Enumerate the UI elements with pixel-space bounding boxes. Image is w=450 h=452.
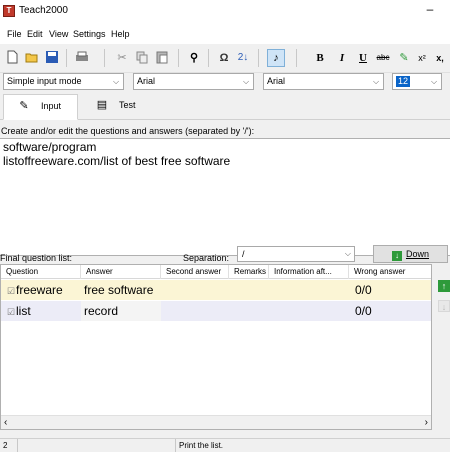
chevron-down-icon: ⌵ — [242, 77, 250, 86]
menu-help[interactable]: Help — [111, 29, 130, 39]
column-header-second-answer[interactable]: Second answer — [161, 265, 229, 279]
scroll-left-icon[interactable]: ‹ — [4, 416, 7, 429]
find-icon[interactable]: ⚲ — [186, 50, 202, 66]
subscript-button[interactable]: x, — [432, 50, 448, 66]
column-header-wrong-answer[interactable]: Wrong answer — [349, 265, 431, 279]
editor-line: listoffreeware.com/list of best free sof… — [3, 154, 231, 168]
tab-test-label: Test — [119, 100, 136, 110]
menu-file[interactable]: File — [7, 29, 22, 39]
status-count: 2 — [0, 439, 18, 452]
music-note-icon[interactable]: ♪ — [267, 49, 285, 67]
chevron-down-icon: ⌵ — [372, 77, 380, 86]
editor-label: Create and/or edit the questions and ans… — [1, 126, 255, 136]
wrong-answer-cell: 0/0 — [355, 283, 372, 297]
chevron-down-icon: ⌵ — [112, 77, 120, 86]
checkbox-icon[interactable]: ☑ — [4, 281, 16, 300]
question-editor[interactable]: software/program listoffreeware.com/list… — [0, 138, 450, 256]
chevron-down-icon: ⌵ — [430, 77, 438, 86]
separation-label: Separation: — [183, 253, 230, 263]
bold-button[interactable]: B — [312, 50, 328, 66]
tab-input[interactable]: ✎ Input — [3, 94, 78, 120]
window-title: Teach2000 — [19, 5, 68, 16]
tab-input-label: Input — [41, 101, 62, 111]
status-bar: 2 Print the list. — [0, 438, 450, 452]
editor-line: software/program — [3, 140, 97, 154]
cut-icon[interactable]: ✂ — [114, 50, 130, 66]
title-bar: T Teach2000 – — [0, 0, 450, 24]
new-file-icon[interactable] — [4, 50, 20, 66]
column-header-question[interactable]: Question — [1, 265, 81, 279]
underline-button[interactable]: U — [355, 50, 371, 66]
answer-cell[interactable]: record — [81, 301, 161, 321]
question-font-value: Arial — [137, 76, 156, 86]
separation-select[interactable]: / ⌵ — [237, 246, 355, 262]
special-char-icon[interactable]: Ω — [216, 50, 232, 66]
move-up-icon[interactable]: ↑ — [438, 280, 450, 292]
answer-cell[interactable]: free software — [81, 280, 161, 300]
down-button-label: Down — [405, 249, 429, 259]
final-list-label: Final question list: — [0, 253, 73, 263]
format-combos: Simple input mode ⌵ Arial ⌵ Arial ⌵ 12 ⌵ — [0, 72, 450, 92]
open-folder-icon[interactable] — [24, 50, 40, 66]
column-header-information[interactable]: Information aft... — [269, 265, 349, 279]
copy-icon[interactable] — [134, 50, 150, 66]
answer-font-value: Arial — [267, 76, 286, 86]
toolbar: ✂ ⚲ Ω 2↓ ♪ B I U abc ✎ x² x, — [0, 45, 450, 73]
wrong-answer-cell: 0/0 — [355, 304, 372, 318]
strikethrough-button[interactable]: abc — [375, 50, 391, 66]
input-mode-value: Simple input mode — [7, 76, 82, 86]
print-icon[interactable] — [74, 50, 90, 66]
answer-font-select[interactable]: Arial ⌵ — [263, 73, 384, 90]
separation-value: / — [242, 249, 245, 259]
move-down-icon[interactable]: ↓ — [438, 300, 450, 312]
down-button[interactable]: ↓ Down — [373, 245, 448, 263]
question-font-select[interactable]: Arial ⌵ — [133, 73, 254, 90]
horizontal-scrollbar[interactable]: ‹ › — [1, 415, 431, 429]
question-grid[interactable]: Question Answer Second answer Remarks In… — [0, 264, 432, 430]
save-icon[interactable] — [44, 50, 60, 66]
app-icon: T — [3, 5, 15, 17]
tab-test[interactable]: ▤ Test — [95, 94, 165, 120]
checkbox-icon[interactable]: ☑ — [4, 302, 16, 321]
test-icon: ▤ — [96, 99, 108, 111]
input-mode-select[interactable]: Simple input mode ⌵ — [3, 73, 124, 90]
menu-view[interactable]: View — [49, 29, 68, 39]
edit-pencil-icon: ✎ — [19, 100, 29, 112]
italic-button[interactable]: I — [334, 50, 350, 66]
menu-settings[interactable]: Settings — [73, 29, 106, 39]
input-panel: Create and/or edit the questions and ans… — [0, 120, 450, 438]
font-size-value: 12 — [396, 76, 411, 87]
column-header-remarks[interactable]: Remarks — [229, 265, 269, 279]
question-text: freeware — [16, 283, 63, 297]
minimize-button[interactable]: – — [420, 2, 440, 16]
question-cell[interactable]: ☑freeware — [1, 280, 79, 300]
question-cell[interactable]: ☑list — [1, 301, 79, 321]
status-empty — [18, 439, 176, 452]
superscript-button[interactable]: x² — [414, 50, 430, 66]
highlight-pen-icon[interactable]: ✎ — [396, 50, 412, 66]
menu-bar: File Edit View Settings Help — [0, 24, 450, 44]
menu-edit[interactable]: Edit — [27, 29, 43, 39]
chevron-down-icon: ⌵ — [344, 249, 351, 258]
arrow-down-icon: ↓ — [391, 251, 402, 261]
tab-strip: ✎ Input ▤ Test — [0, 92, 450, 120]
font-size-select[interactable]: 12 ⌵ — [392, 73, 442, 90]
scroll-right-icon[interactable]: › — [425, 416, 428, 429]
status-hint: Print the list. — [179, 441, 224, 450]
grid-header: Question Answer Second answer Remarks In… — [1, 265, 431, 279]
table-row[interactable]: ☑freeware free software 0/0 — [1, 280, 431, 300]
paste-icon[interactable] — [154, 50, 170, 66]
column-header-answer[interactable]: Answer — [81, 265, 161, 279]
question-text: list — [16, 304, 31, 318]
sort-icon[interactable]: 2↓ — [235, 50, 251, 66]
table-row[interactable]: ☑list record 0/0 — [1, 301, 431, 321]
